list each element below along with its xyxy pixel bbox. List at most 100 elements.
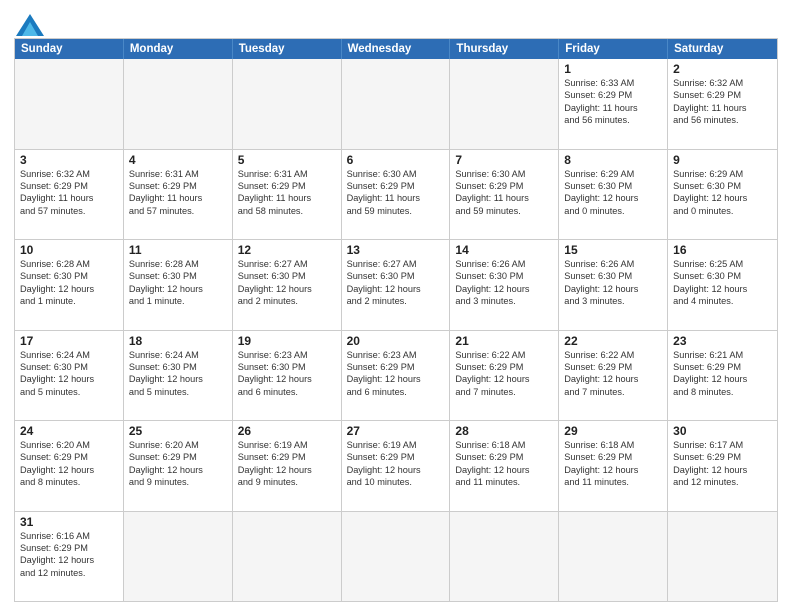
cell-date: 29 bbox=[564, 424, 662, 438]
cell-info: Sunrise: 6:22 AM Sunset: 6:29 PM Dayligh… bbox=[455, 349, 553, 399]
cell-info: Sunrise: 6:31 AM Sunset: 6:29 PM Dayligh… bbox=[238, 168, 336, 218]
cell-info: Sunrise: 6:19 AM Sunset: 6:29 PM Dayligh… bbox=[347, 439, 445, 489]
weekday-header-wednesday: Wednesday bbox=[342, 39, 451, 59]
cell-info: Sunrise: 6:23 AM Sunset: 6:30 PM Dayligh… bbox=[238, 349, 336, 399]
cell-date: 2 bbox=[673, 62, 772, 76]
calendar-cell: 3Sunrise: 6:32 AM Sunset: 6:29 PM Daylig… bbox=[15, 150, 124, 240]
cell-date: 30 bbox=[673, 424, 772, 438]
calendar: SundayMondayTuesdayWednesdayThursdayFrid… bbox=[14, 38, 778, 602]
calendar-cell bbox=[233, 512, 342, 602]
cell-date: 16 bbox=[673, 243, 772, 257]
calendar-cell: 11Sunrise: 6:28 AM Sunset: 6:30 PM Dayli… bbox=[124, 240, 233, 330]
cell-date: 8 bbox=[564, 153, 662, 167]
calendar-cell bbox=[450, 512, 559, 602]
cell-info: Sunrise: 6:24 AM Sunset: 6:30 PM Dayligh… bbox=[129, 349, 227, 399]
calendar-cell: 12Sunrise: 6:27 AM Sunset: 6:30 PM Dayli… bbox=[233, 240, 342, 330]
cell-info: Sunrise: 6:18 AM Sunset: 6:29 PM Dayligh… bbox=[564, 439, 662, 489]
cell-date: 15 bbox=[564, 243, 662, 257]
cell-info: Sunrise: 6:30 AM Sunset: 6:29 PM Dayligh… bbox=[347, 168, 445, 218]
calendar-cell: 18Sunrise: 6:24 AM Sunset: 6:30 PM Dayli… bbox=[124, 331, 233, 421]
cell-date: 14 bbox=[455, 243, 553, 257]
cell-date: 24 bbox=[20, 424, 118, 438]
calendar-cell bbox=[668, 512, 777, 602]
cell-date: 20 bbox=[347, 334, 445, 348]
calendar-cell: 24Sunrise: 6:20 AM Sunset: 6:29 PM Dayli… bbox=[15, 421, 124, 511]
cell-date: 23 bbox=[673, 334, 772, 348]
calendar-cell: 10Sunrise: 6:28 AM Sunset: 6:30 PM Dayli… bbox=[15, 240, 124, 330]
cell-info: Sunrise: 6:32 AM Sunset: 6:29 PM Dayligh… bbox=[20, 168, 118, 218]
cell-info: Sunrise: 6:30 AM Sunset: 6:29 PM Dayligh… bbox=[455, 168, 553, 218]
cell-info: Sunrise: 6:29 AM Sunset: 6:30 PM Dayligh… bbox=[564, 168, 662, 218]
calendar-cell bbox=[124, 512, 233, 602]
cell-date: 5 bbox=[238, 153, 336, 167]
weekday-header-sunday: Sunday bbox=[15, 39, 124, 59]
calendar-body: 1Sunrise: 6:33 AM Sunset: 6:29 PM Daylig… bbox=[15, 59, 777, 601]
weekday-header-monday: Monday bbox=[124, 39, 233, 59]
calendar-cell: 22Sunrise: 6:22 AM Sunset: 6:29 PM Dayli… bbox=[559, 331, 668, 421]
calendar-cell: 15Sunrise: 6:26 AM Sunset: 6:30 PM Dayli… bbox=[559, 240, 668, 330]
cell-info: Sunrise: 6:20 AM Sunset: 6:29 PM Dayligh… bbox=[129, 439, 227, 489]
calendar-cell: 4Sunrise: 6:31 AM Sunset: 6:29 PM Daylig… bbox=[124, 150, 233, 240]
cell-date: 27 bbox=[347, 424, 445, 438]
page: SundayMondayTuesdayWednesdayThursdayFrid… bbox=[0, 0, 792, 612]
calendar-cell: 30Sunrise: 6:17 AM Sunset: 6:29 PM Dayli… bbox=[668, 421, 777, 511]
calendar-cell: 2Sunrise: 6:32 AM Sunset: 6:29 PM Daylig… bbox=[668, 59, 777, 149]
calendar-cell bbox=[559, 512, 668, 602]
cell-info: Sunrise: 6:21 AM Sunset: 6:29 PM Dayligh… bbox=[673, 349, 772, 399]
weekday-header-thursday: Thursday bbox=[450, 39, 559, 59]
calendar-cell: 14Sunrise: 6:26 AM Sunset: 6:30 PM Dayli… bbox=[450, 240, 559, 330]
calendar-cell: 16Sunrise: 6:25 AM Sunset: 6:30 PM Dayli… bbox=[668, 240, 777, 330]
calendar-cell: 9Sunrise: 6:29 AM Sunset: 6:30 PM Daylig… bbox=[668, 150, 777, 240]
calendar-cell: 5Sunrise: 6:31 AM Sunset: 6:29 PM Daylig… bbox=[233, 150, 342, 240]
cell-info: Sunrise: 6:27 AM Sunset: 6:30 PM Dayligh… bbox=[238, 258, 336, 308]
cell-date: 22 bbox=[564, 334, 662, 348]
weekday-header-saturday: Saturday bbox=[668, 39, 777, 59]
cell-info: Sunrise: 6:26 AM Sunset: 6:30 PM Dayligh… bbox=[455, 258, 553, 308]
calendar-cell: 13Sunrise: 6:27 AM Sunset: 6:30 PM Dayli… bbox=[342, 240, 451, 330]
cell-info: Sunrise: 6:19 AM Sunset: 6:29 PM Dayligh… bbox=[238, 439, 336, 489]
weekday-header-friday: Friday bbox=[559, 39, 668, 59]
header bbox=[14, 10, 778, 32]
calendar-row-1: 3Sunrise: 6:32 AM Sunset: 6:29 PM Daylig… bbox=[15, 149, 777, 240]
cell-date: 13 bbox=[347, 243, 445, 257]
cell-info: Sunrise: 6:25 AM Sunset: 6:30 PM Dayligh… bbox=[673, 258, 772, 308]
cell-date: 12 bbox=[238, 243, 336, 257]
cell-info: Sunrise: 6:18 AM Sunset: 6:29 PM Dayligh… bbox=[455, 439, 553, 489]
cell-info: Sunrise: 6:28 AM Sunset: 6:30 PM Dayligh… bbox=[20, 258, 118, 308]
calendar-row-0: 1Sunrise: 6:33 AM Sunset: 6:29 PM Daylig… bbox=[15, 59, 777, 149]
calendar-row-4: 24 Sunrise: 6:20 AM Sunset: 6:29 PM Dayli… bbox=[15, 420, 777, 511]
cell-date: 17 bbox=[20, 334, 118, 348]
calendar-cell: 6Sunrise: 6:30 AM Sunset: 6:29 PM Daylig… bbox=[342, 150, 451, 240]
cell-info: Sunrise: 6:24 AM Sunset: 6:30 PM Dayligh… bbox=[20, 349, 118, 399]
cell-info: Sunrise: 6:23 AM Sunset: 6:29 PM Dayligh… bbox=[347, 349, 445, 399]
calendar-cell: 7Sunrise: 6:30 AM Sunset: 6:29 PM Daylig… bbox=[450, 150, 559, 240]
cell-date: 4 bbox=[129, 153, 227, 167]
calendar-cell bbox=[233, 59, 342, 149]
calendar-cell: 23Sunrise: 6:21 AM Sunset: 6:29 PM Dayli… bbox=[668, 331, 777, 421]
calendar-cell bbox=[342, 512, 451, 602]
calendar-cell: 26Sunrise: 6:19 AM Sunset: 6:29 PM Dayli… bbox=[233, 421, 342, 511]
logo bbox=[14, 14, 44, 32]
logo-blue-icon bbox=[16, 14, 44, 36]
cell-date: 7 bbox=[455, 153, 553, 167]
cell-date: 6 bbox=[347, 153, 445, 167]
calendar-row-5: 31Sunrise: 6:16 AM Sunset: 6:29 PM Dayli… bbox=[15, 511, 777, 602]
cell-date: 10 bbox=[20, 243, 118, 257]
calendar-cell bbox=[450, 59, 559, 149]
calendar-cell: 25Sunrise: 6:20 AM Sunset: 6:29 PM Dayli… bbox=[124, 421, 233, 511]
calendar-header-row: SundayMondayTuesdayWednesdayThursdayFrid… bbox=[15, 39, 777, 59]
cell-date: 18 bbox=[129, 334, 227, 348]
cell-date: 26 bbox=[238, 424, 336, 438]
calendar-row-2: 10Sunrise: 6:28 AM Sunset: 6:30 PM Dayli… bbox=[15, 239, 777, 330]
cell-date: 25 bbox=[129, 424, 227, 438]
cell-date: 19 bbox=[238, 334, 336, 348]
calendar-cell: 1Sunrise: 6:33 AM Sunset: 6:29 PM Daylig… bbox=[559, 59, 668, 149]
calendar-cell: 19Sunrise: 6:23 AM Sunset: 6:30 PM Dayli… bbox=[233, 331, 342, 421]
cell-date: 21 bbox=[455, 334, 553, 348]
calendar-cell bbox=[342, 59, 451, 149]
calendar-row-3: 17Sunrise: 6:24 AM Sunset: 6:30 PM Dayli… bbox=[15, 330, 777, 421]
calendar-cell: 20Sunrise: 6:23 AM Sunset: 6:29 PM Dayli… bbox=[342, 331, 451, 421]
calendar-cell: 17Sunrise: 6:24 AM Sunset: 6:30 PM Dayli… bbox=[15, 331, 124, 421]
calendar-cell: 29Sunrise: 6:18 AM Sunset: 6:29 PM Dayli… bbox=[559, 421, 668, 511]
calendar-cell: 31Sunrise: 6:16 AM Sunset: 6:29 PM Dayli… bbox=[15, 512, 124, 602]
